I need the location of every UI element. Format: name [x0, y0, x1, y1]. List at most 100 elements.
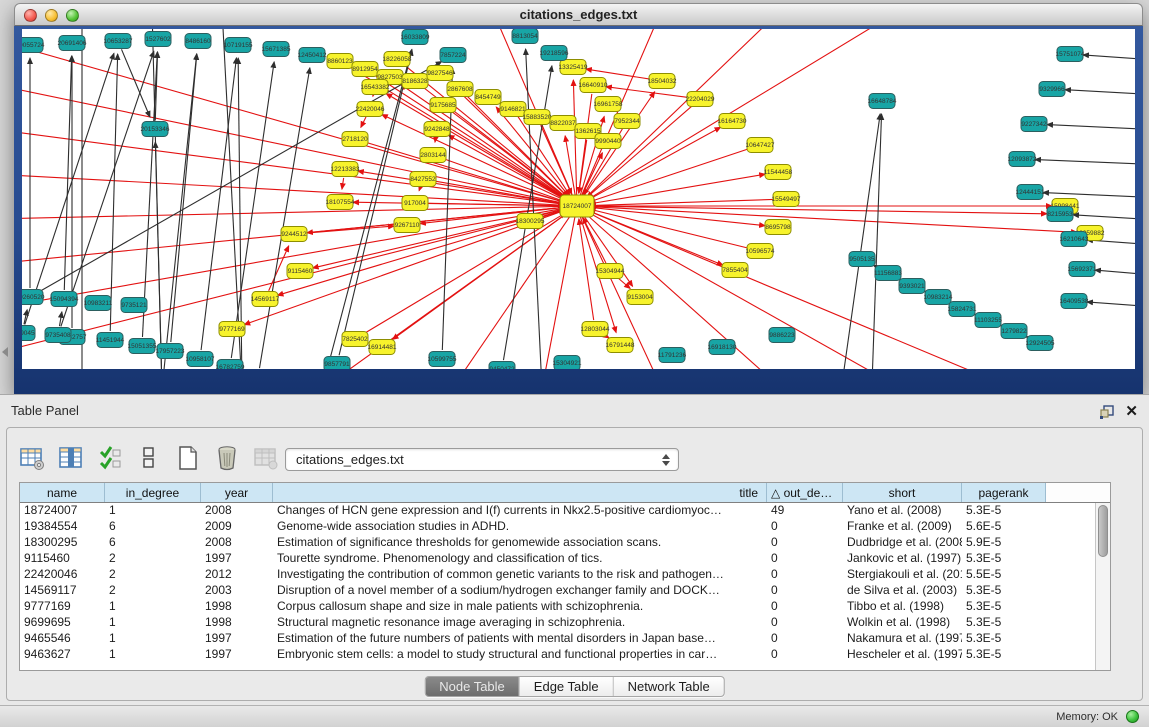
- graph-node[interactable]: 7825402: [342, 332, 368, 347]
- graph-node[interactable]: 12444151: [1016, 185, 1045, 200]
- graph-node[interactable]: 12924505: [1026, 336, 1055, 351]
- graph-node[interactable]: 1279822: [1001, 324, 1027, 339]
- table-row[interactable]: 1830029562008Estimation of significance …: [20, 535, 1095, 551]
- new-column-icon[interactable]: [175, 445, 201, 471]
- citation-edge-red[interactable]: [452, 213, 572, 369]
- graph-node[interactable]: 18226058: [383, 52, 412, 67]
- column-header-in_degree[interactable]: in_degree: [105, 483, 201, 502]
- network-graph[interactable]: 1872400788601238912954182260589827503818…: [22, 29, 1135, 369]
- tab-edge-table[interactable]: Edge Table: [520, 677, 614, 696]
- graph-node[interactable]: 16210643: [1060, 232, 1089, 247]
- graph-node[interactable]: 8486160: [185, 34, 211, 49]
- select-rows-icon[interactable]: [97, 445, 123, 471]
- citation-edge-red[interactable]: [342, 178, 344, 189]
- graph-node[interactable]: 11451944: [96, 333, 125, 348]
- graph-node[interactable]: 13325419: [559, 60, 588, 75]
- tab-node-table[interactable]: Node Table: [425, 677, 520, 696]
- citation-edge-black[interactable]: [1073, 215, 1135, 219]
- citation-edge-red[interactable]: [589, 148, 751, 202]
- citation-edge-red[interactable]: [22, 129, 568, 205]
- graph-node[interactable]: 8186328: [402, 74, 428, 89]
- graph-node[interactable]: 11791236: [658, 348, 687, 363]
- table-row[interactable]: 1872400712008Changes of HCN gene express…: [20, 503, 1095, 519]
- citation-edge-black[interactable]: [1087, 302, 1135, 306]
- graph-node[interactable]: 16648784: [868, 94, 897, 109]
- graph-node[interactable]: 9115460: [287, 264, 313, 279]
- graph-node[interactable]: 917004: [402, 196, 428, 211]
- table-row[interactable]: 977716911998Corpus callosum shape and si…: [20, 599, 1095, 615]
- graph-node[interactable]: 22420046: [356, 102, 385, 117]
- network-canvas[interactable]: 1872400788601238912954182260589827503818…: [22, 29, 1135, 369]
- graph-node[interactable]: 15304944: [596, 264, 625, 279]
- memory-ok-icon[interactable]: [1126, 710, 1139, 723]
- graph-node[interactable]: 8813054: [512, 29, 538, 44]
- citation-edge-black[interactable]: [872, 114, 882, 369]
- graph-node[interactable]: 10647427: [746, 138, 775, 153]
- graph-node[interactable]: 15051355: [128, 339, 157, 354]
- graph-node[interactable]: 1527602: [145, 32, 171, 47]
- graph-node[interactable]: 18107554: [326, 195, 355, 210]
- citation-edge-red[interactable]: [542, 215, 575, 369]
- graph-node[interactable]: 9242848: [424, 122, 450, 137]
- graph-node[interactable]: 10983211: [84, 296, 113, 311]
- table-row[interactable]: 1938455462009Genome-wide association stu…: [20, 519, 1095, 535]
- column-header-title[interactable]: title: [273, 483, 767, 502]
- graph-node[interactable]: 10983214: [924, 290, 953, 305]
- graph-node[interactable]: 15824731: [948, 302, 977, 317]
- graph-node[interactable]: 8909045: [22, 326, 35, 341]
- graph-node[interactable]: 10719155: [224, 38, 253, 53]
- graph-node[interactable]: 16782759: [216, 360, 245, 370]
- graph-node[interactable]: 20691406: [58, 36, 87, 51]
- citation-edge-black[interactable]: [1043, 193, 1135, 197]
- graph-node[interactable]: 20260520: [22, 290, 45, 305]
- graph-node[interactable]: 20055724: [22, 38, 45, 53]
- graph-node[interactable]: 9227342: [1021, 117, 1047, 132]
- close-panel-icon[interactable]: ✕: [1125, 402, 1138, 420]
- graph-node[interactable]: 15692371: [1068, 262, 1097, 277]
- graph-node[interactable]: 7855404: [722, 263, 748, 278]
- citation-edge-red[interactable]: [590, 199, 777, 205]
- graph-node[interactable]: 9450472: [489, 362, 515, 370]
- citation-edge-red[interactable]: [586, 174, 765, 204]
- window-titlebar[interactable]: citations_edges.txt: [14, 3, 1143, 26]
- graph-node[interactable]: 9505135: [849, 252, 875, 267]
- graph-node[interactable]: 16918130: [708, 340, 737, 355]
- table-mode-icon[interactable]: [19, 445, 45, 471]
- graph-node[interactable]: 16033809: [401, 30, 430, 45]
- graph-node[interactable]: 15094394: [50, 292, 79, 307]
- graph-node[interactable]: 9777169: [219, 322, 245, 337]
- graph-node[interactable]: 10599755: [428, 352, 457, 367]
- citation-edge-black[interactable]: [64, 56, 71, 290]
- graph-node[interactable]: 9735408: [45, 328, 71, 343]
- citation-edge-black[interactable]: [222, 29, 242, 369]
- column-header-year[interactable]: year: [201, 483, 273, 502]
- graph-node[interactable]: 15671385: [262, 42, 291, 57]
- graph-node[interactable]: 8695798: [765, 220, 791, 235]
- graph-node[interactable]: 20153346: [141, 122, 170, 137]
- citation-edge-black[interactable]: [201, 58, 236, 350]
- graph-node[interactable]: 9990440: [595, 134, 621, 149]
- citation-edge-red[interactable]: [22, 208, 568, 309]
- graph-node[interactable]: 2867608: [447, 82, 473, 97]
- table-row[interactable]: 911546021997Tourette syndrome. Phenomeno…: [20, 551, 1095, 567]
- table-row[interactable]: 2242004622012Investigating the contribut…: [20, 567, 1095, 583]
- graph-node[interactable]: 11544458: [764, 165, 793, 180]
- graph-node[interactable]: 18724007: [560, 195, 594, 217]
- citation-edge-black[interactable]: [171, 54, 197, 342]
- graph-node[interactable]: 15751074: [1056, 47, 1085, 62]
- graph-node[interactable]: 9153004: [627, 290, 653, 305]
- graph-node[interactable]: 8215953: [1047, 207, 1073, 222]
- graph-node[interactable]: 9329966: [1039, 82, 1065, 97]
- graph-node[interactable]: 9857791: [324, 357, 350, 370]
- citation-edge-red[interactable]: [419, 188, 420, 191]
- graph-node[interactable]: 10958107: [186, 352, 215, 367]
- graph-node[interactable]: 2718120: [342, 132, 368, 147]
- scrollbar-thumb[interactable]: [1098, 505, 1108, 557]
- citation-edge-red[interactable]: [361, 117, 366, 127]
- graph-node[interactable]: 8822037: [550, 116, 576, 131]
- table-source-select[interactable]: citations_edges.txt: [285, 448, 679, 471]
- graph-node[interactable]: 18504032: [648, 74, 677, 89]
- west-sash-grip-icon[interactable]: [2, 347, 8, 357]
- citation-edge-red[interactable]: [590, 209, 752, 249]
- graph-node[interactable]: 2803144: [420, 148, 446, 163]
